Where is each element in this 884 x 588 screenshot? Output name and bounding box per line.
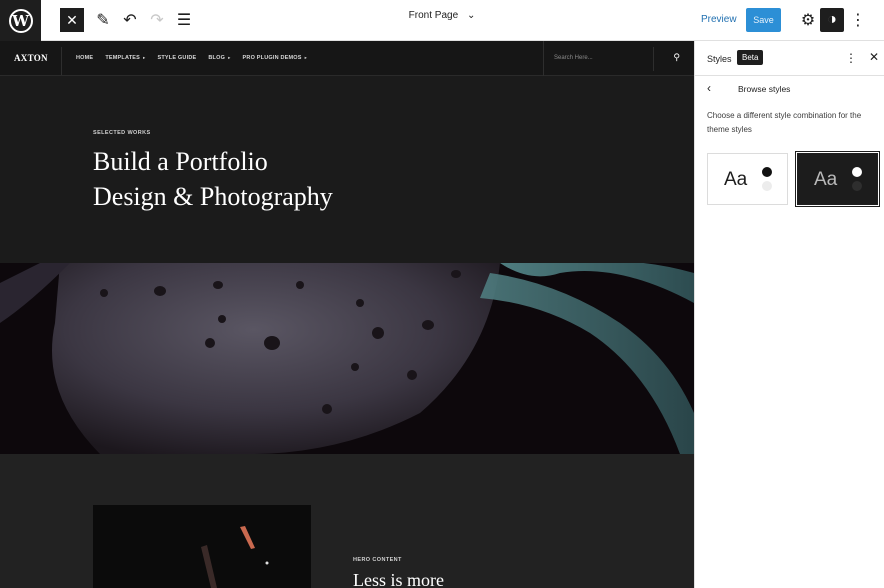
style-preview-text: Aa <box>724 169 748 190</box>
preview-button[interactable]: Preview <box>701 14 737 25</box>
panel-subtitle: Browse styles <box>738 84 791 94</box>
editor-toolbar: W ✕ ✎ ↶ ↷ ☰ Front Page ⌄ Preview Save ⚙ … <box>0 0 884 41</box>
beta-badge: Beta <box>737 50 764 65</box>
color-swatch <box>762 181 772 191</box>
more-options-icon[interactable]: ⋮ <box>845 51 857 65</box>
caret-right-icon: ▸ <box>228 55 231 60</box>
color-swatch <box>762 167 772 177</box>
hero-title: Build a Portfolio Design & Photography <box>93 147 333 211</box>
color-swatch <box>852 167 862 177</box>
sidebar-header: Styles Beta ⋮ ✕ <box>695 41 884 76</box>
content-image <box>93 505 311 588</box>
site-search: Search Here... ⚲ <box>543 41 694 76</box>
list-view-icon[interactable]: ☰ <box>172 8 196 32</box>
wordpress-logo-button[interactable]: W <box>0 0 41 41</box>
nav-item-pro-plugin-demos[interactable]: PRO PLUGIN DEMOS ▸ <box>243 55 308 61</box>
hero-section: SELECTED WORKS Build a Portfolio Design … <box>0 76 694 263</box>
chevron-down-icon[interactable]: ⌄ <box>467 10 475 21</box>
sidebar-title: Styles <box>707 54 732 64</box>
edit-tool-icon[interactable]: ✎ <box>91 8 115 32</box>
nav-item-style-guide[interactable]: STYLE GUIDE <box>157 55 196 61</box>
panel-description: Choose a different style combination for… <box>707 111 862 134</box>
caret-right-icon: ▸ <box>304 55 308 60</box>
close-icon[interactable]: ✕ <box>869 50 879 64</box>
leaf-photo-image <box>0 263 694 454</box>
document-title[interactable]: Front Page <box>409 10 458 21</box>
style-variation-light[interactable]: Aa <box>707 153 788 205</box>
gear-icon[interactable]: ⚙ <box>796 8 820 32</box>
search-input[interactable]: Search Here... <box>554 55 593 61</box>
site-header: AXTON HOME TEMPLATES ▸ STYLE GUIDE BLOG ▸ … <box>0 41 694 76</box>
section-title: Less is more <box>353 570 444 588</box>
undo-icon[interactable]: ↶ <box>118 8 142 32</box>
nav-item-blog[interactable]: BLOG ▸ <box>208 55 230 61</box>
editor-canvas[interactable]: AXTON HOME TEMPLATES ▸ STYLE GUIDE BLOG ▸ … <box>0 41 694 588</box>
back-icon[interactable]: ‹ <box>707 81 711 95</box>
lower-section: HERO CONTENT Less is more <box>0 454 694 588</box>
style-variation-dark[interactable]: Aa <box>795 151 880 207</box>
wordpress-icon: W <box>8 8 33 33</box>
hero-kicker: SELECTED WORKS <box>93 130 151 136</box>
styles-sidebar: Styles Beta ⋮ ✕ ‹ Browse styles Choose a… <box>694 41 884 588</box>
site-navigation: HOME TEMPLATES ▸ STYLE GUIDE BLOG ▸ PRO PL… <box>76 55 307 61</box>
style-preview-text: Aa <box>814 169 838 190</box>
save-button[interactable]: Save <box>746 8 781 32</box>
redo-icon[interactable]: ↷ <box>145 8 169 32</box>
nav-item-templates[interactable]: TEMPLATES ▸ <box>105 55 145 61</box>
color-swatch <box>852 181 862 191</box>
search-icon[interactable]: ⚲ <box>673 52 680 63</box>
nav-item-home[interactable]: HOME <box>76 55 93 61</box>
section-kicker: HERO CONTENT <box>353 557 402 563</box>
close-icon-button[interactable]: ✕ <box>60 8 84 32</box>
styles-contrast-icon[interactable]: ◑ <box>820 8 844 32</box>
caret-right-icon: ▸ <box>143 55 146 60</box>
search-divider <box>653 47 654 71</box>
more-options-icon[interactable]: ⋮ <box>846 8 870 32</box>
hero-photo <box>0 263 694 454</box>
nav-divider <box>61 47 62 75</box>
site-logo[interactable]: AXTON <box>14 53 48 63</box>
